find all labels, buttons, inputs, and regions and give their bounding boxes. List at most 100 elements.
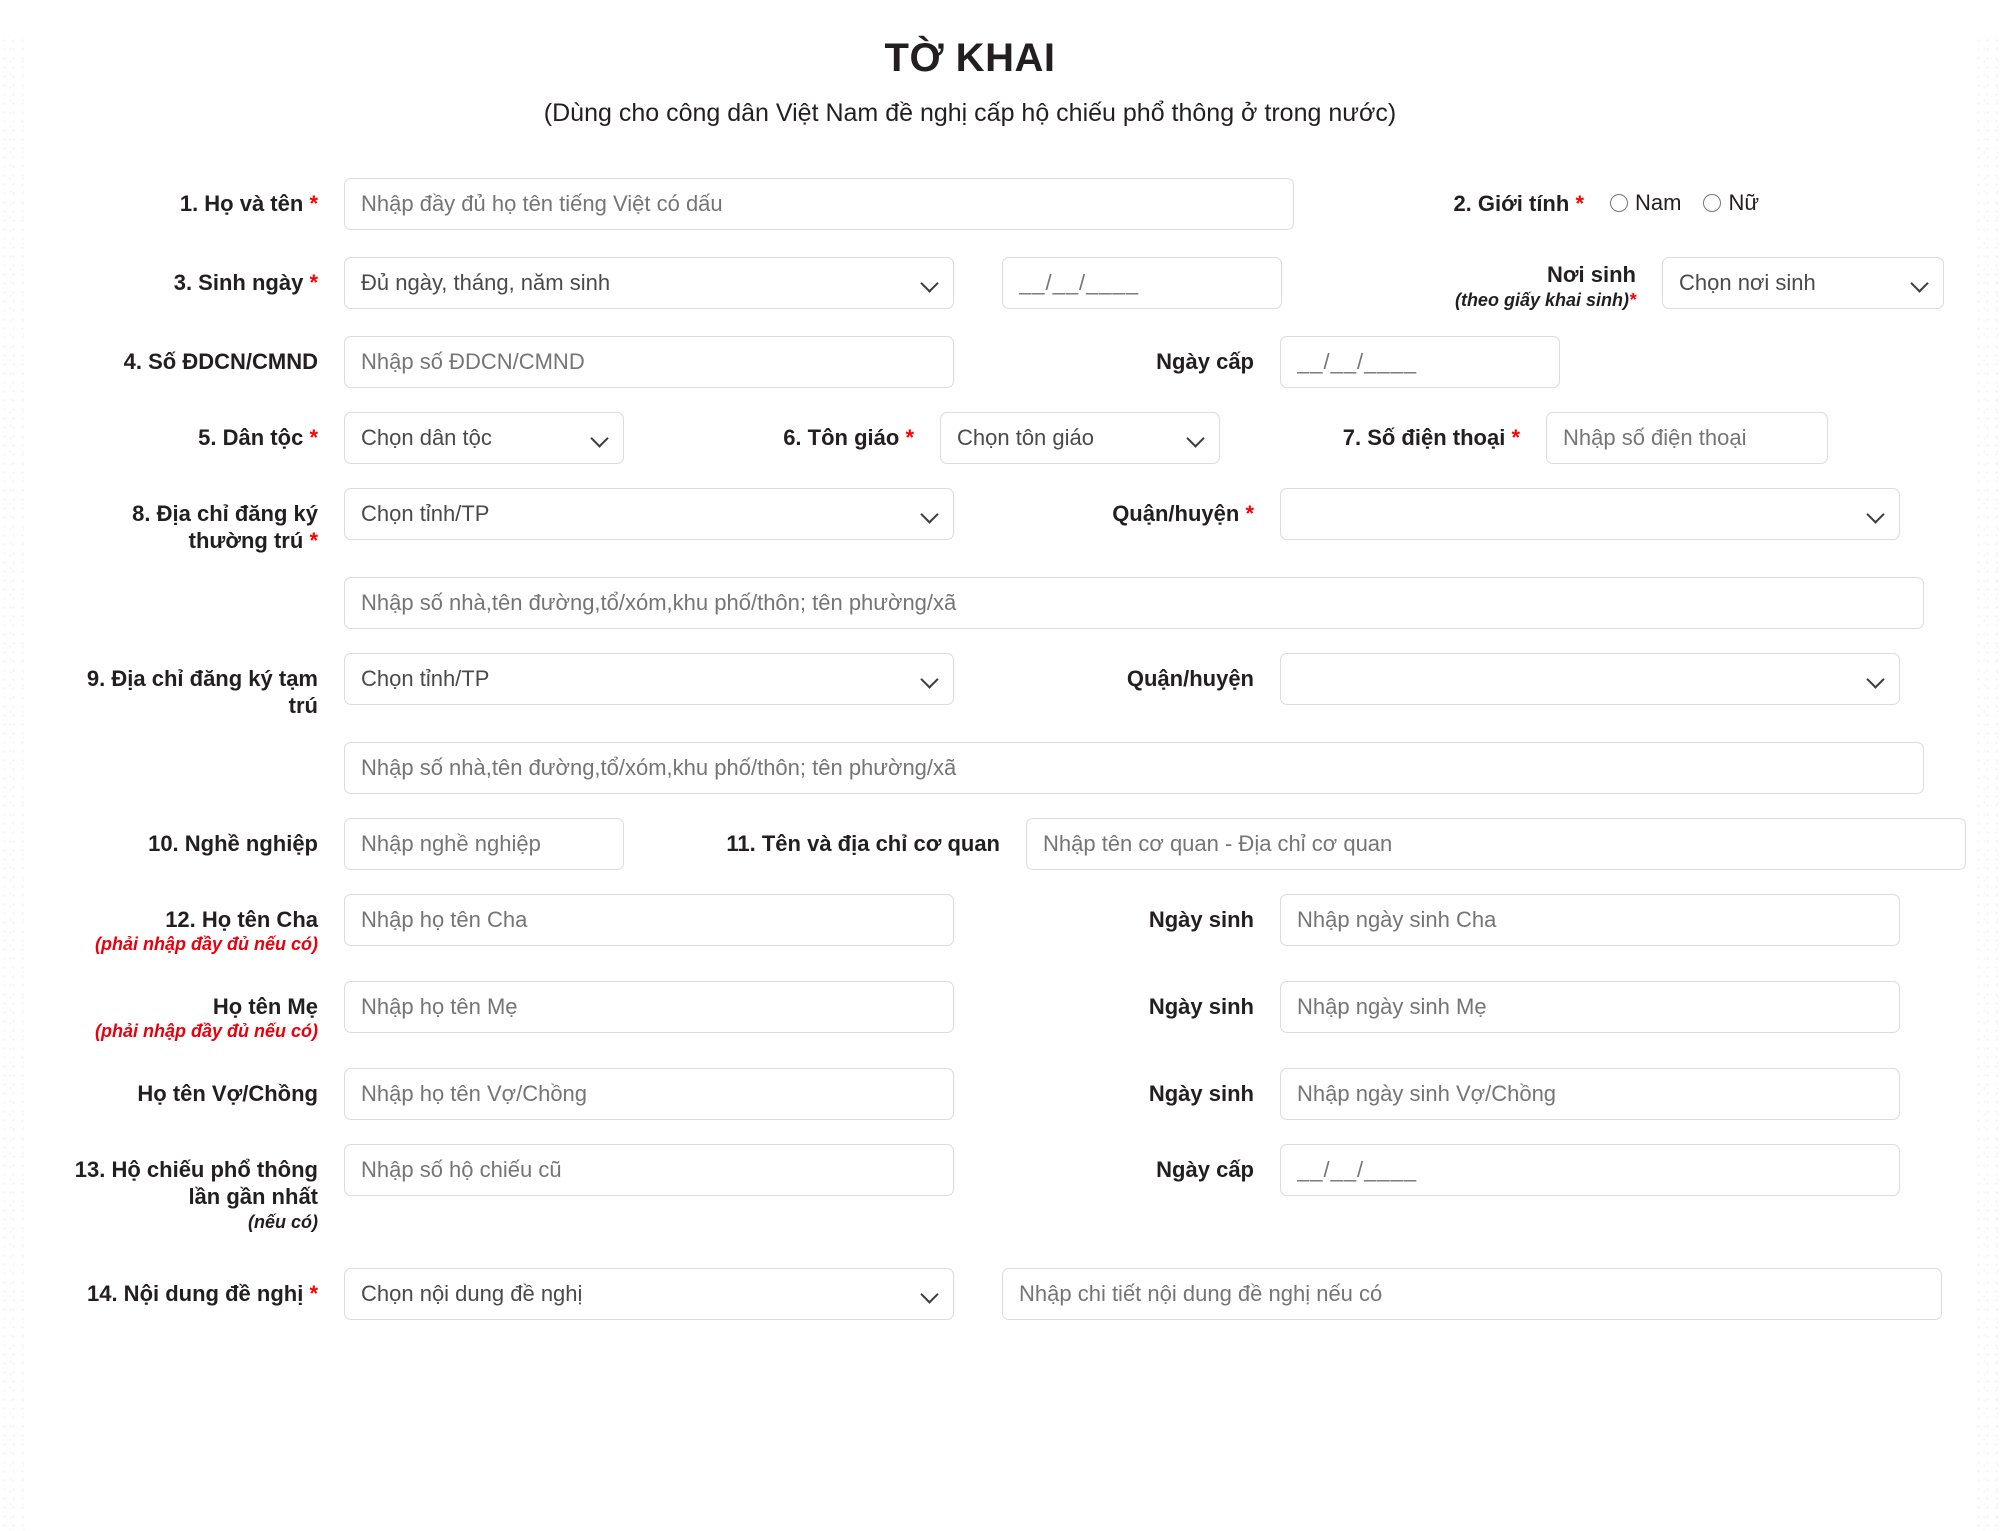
- form-row-occupation-workplace: 10. Nghề nghiệp 11. Tên và địa chỉ cơ qu…: [58, 817, 1966, 870]
- required-marker: *: [1575, 191, 1584, 216]
- request-content-value: Chọn nội dung đề nghị: [361, 1281, 583, 1307]
- required-marker: *: [1628, 289, 1636, 310]
- form-row-spouse: Họ tên Vợ/Chồng Ngày sinh: [58, 1067, 1966, 1120]
- form-row-temporary-address: 9. Địa chỉ đăng ký tạm trú Chọn tỉnh/TP …: [58, 652, 1966, 720]
- spouse-dob-input[interactable]: [1280, 1067, 1900, 1120]
- birth-place-label: Nơi sinh (theo giấy khai sinh)*: [1346, 257, 1636, 312]
- phone-input[interactable]: [1546, 411, 1828, 464]
- temporary-district-select[interactable]: [1280, 652, 1900, 705]
- id-number-label: 4. Số ĐDCN/CMND: [123, 348, 318, 374]
- mother-name-label: Họ tên Mẹ (phải nhập đầy đủ nếu có): [58, 981, 318, 1044]
- required-marker: *: [309, 528, 318, 554]
- father-dob-label: Ngày sinh: [1148, 906, 1254, 932]
- id-issue-date-input[interactable]: [1280, 335, 1560, 388]
- chevron-down-icon: [921, 670, 939, 688]
- required-marker: *: [1245, 500, 1254, 526]
- gender-radio-group: Nam Nữ: [1610, 178, 1759, 216]
- required-marker: *: [1511, 424, 1520, 450]
- birth-place-select[interactable]: Chọn nơi sinh: [1662, 257, 1944, 309]
- form-row-permanent-address: 8. Địa chỉ đăng ký thường trú * Chọn tỉn…: [58, 487, 1966, 555]
- permanent-district-select[interactable]: [1280, 487, 1900, 540]
- form-row-id: 4. Số ĐDCN/CMND Ngày cấp: [58, 335, 1966, 388]
- father-name-note: (phải nhập đầy đủ nếu có): [94, 934, 318, 955]
- ethnicity-select[interactable]: Chọn dân tộc: [344, 411, 624, 464]
- mother-name-input[interactable]: [344, 980, 954, 1033]
- religion-label: 6. Tôn giáo *: [783, 424, 914, 450]
- spouse-dob-label: Ngày sinh: [1148, 1080, 1254, 1106]
- chevron-down-icon: [921, 274, 939, 292]
- form-row-father: 12. Họ tên Cha (phải nhập đầy đủ nếu có)…: [58, 893, 1966, 957]
- chevron-down-icon: [921, 1285, 939, 1303]
- radio-circle-icon: [1703, 194, 1722, 212]
- birth-date-input[interactable]: [1002, 257, 1282, 309]
- spouse-name-label: Họ tên Vợ/Chồng: [137, 1080, 318, 1106]
- temporary-province-value: Chọn tỉnh/TP: [361, 665, 490, 691]
- gender-option-female-label: Nữ: [1728, 190, 1760, 215]
- chevron-down-icon: [1187, 429, 1205, 447]
- request-content-detail-input[interactable]: [1002, 1268, 1942, 1321]
- declaration-form-page: TỜ KHAI (Dùng cho công dân Việt Nam đề n…: [0, 36, 2000, 1321]
- phone-label: 7. Số điện thoại *: [1342, 424, 1520, 450]
- birth-date-label: 3. Sinh ngày *: [173, 270, 318, 295]
- temporary-address-detail-input[interactable]: [344, 741, 1924, 794]
- permanent-province-select[interactable]: Chọn tỉnh/TP: [344, 487, 954, 540]
- chevron-down-icon: [1867, 670, 1885, 688]
- page-subtitle: (Dùng cho công dân Việt Nam đề nghị cấp …: [543, 99, 1397, 127]
- gender-label: 2. Giới tính *: [1453, 191, 1584, 216]
- form-row-birth: 3. Sinh ngày * Đủ ngày, tháng, năm sinh …: [58, 257, 1966, 312]
- request-content-select[interactable]: Chọn nội dung đề nghị: [344, 1268, 954, 1321]
- form-row-request-content: 14. Nội dung đề nghị * Chọn nội dung đề …: [58, 1268, 1966, 1321]
- full-name-input[interactable]: [344, 178, 1294, 230]
- gender-option-female[interactable]: Nữ: [1703, 190, 1759, 216]
- mother-name-note: (phải nhập đầy đủ nếu có): [94, 1021, 318, 1042]
- previous-passport-label: 13. Hộ chiếu phổ thông lần gần nhất (nếu…: [58, 1144, 318, 1234]
- chevron-down-icon: [1867, 505, 1885, 523]
- required-marker: *: [309, 270, 318, 295]
- id-issue-date-label: Ngày cấp: [1156, 348, 1254, 374]
- occupation-label: 10. Nghề nghiệp: [148, 830, 318, 856]
- spouse-name-input[interactable]: [344, 1067, 954, 1120]
- required-marker: *: [309, 1281, 318, 1307]
- birth-date-mode-select[interactable]: Đủ ngày, tháng, năm sinh: [344, 257, 954, 309]
- ethnicity-value: Chọn dân tộc: [361, 424, 492, 450]
- workplace-input[interactable]: [1026, 817, 1966, 870]
- temporary-province-select[interactable]: Chọn tỉnh/TP: [344, 652, 954, 705]
- permanent-address-detail-input[interactable]: [344, 576, 1924, 629]
- form-row-permanent-address-detail: [58, 576, 1966, 629]
- required-marker: *: [309, 191, 318, 216]
- permanent-province-value: Chọn tỉnh/TP: [361, 500, 490, 526]
- form-row-previous-passport: 13. Hộ chiếu phổ thông lần gần nhất (nếu…: [58, 1143, 1966, 1234]
- temporary-address-label: 9. Địa chỉ đăng ký tạm trú: [86, 665, 318, 719]
- ethnicity-label: 5. Dân tộc *: [198, 424, 318, 450]
- request-content-label: 14. Nội dung đề nghị *: [86, 1281, 318, 1307]
- gender-option-male-label: Nam: [1635, 190, 1682, 215]
- birth-place-note: (theo giấy khai sinh)*: [1454, 289, 1636, 310]
- father-name-label: 12. Họ tên Cha (phải nhập đầy đủ nếu có): [58, 894, 318, 957]
- occupation-input[interactable]: [344, 817, 624, 870]
- radio-circle-icon: [1610, 194, 1628, 212]
- id-number-input[interactable]: [344, 335, 954, 388]
- previous-passport-number-input[interactable]: [344, 1143, 954, 1196]
- form-row-ethnicity-religion-phone: 5. Dân tộc * Chọn dân tộc 6. Tôn giáo * …: [58, 411, 1966, 464]
- form-body: 1. Họ và tên * 2. Giới tính * Nam Nữ: [34, 178, 1966, 1321]
- form-row-temporary-address-detail: [58, 741, 1966, 794]
- workplace-label: 11. Tên và địa chỉ cơ quan: [726, 830, 1000, 856]
- father-name-input[interactable]: [344, 893, 954, 946]
- permanent-district-label: Quận/huyện *: [1112, 500, 1254, 526]
- mother-dob-label: Ngày sinh: [1148, 993, 1254, 1019]
- mother-dob-input[interactable]: [1280, 980, 1900, 1033]
- previous-passport-issue-date-input[interactable]: [1280, 1143, 1900, 1196]
- religion-select[interactable]: Chọn tôn giáo: [940, 411, 1220, 464]
- form-row-mother: Họ tên Mẹ (phải nhập đầy đủ nếu có) Ngày…: [58, 980, 1966, 1044]
- gender-option-male[interactable]: Nam: [1610, 190, 1681, 216]
- previous-passport-note: (nếu có): [248, 1211, 318, 1232]
- full-name-label: 1. Họ và tên *: [179, 191, 318, 216]
- required-marker: *: [905, 424, 914, 450]
- birth-date-mode-value: Đủ ngày, tháng, năm sinh: [361, 270, 611, 295]
- chevron-down-icon: [591, 429, 609, 447]
- religion-value: Chọn tôn giáo: [957, 424, 1094, 450]
- father-dob-input[interactable]: [1280, 893, 1900, 946]
- chevron-down-icon: [1911, 274, 1929, 292]
- form-row-name-gender: 1. Họ và tên * 2. Giới tính * Nam Nữ: [58, 178, 1966, 230]
- previous-passport-issue-label: Ngày cấp: [1156, 1156, 1254, 1182]
